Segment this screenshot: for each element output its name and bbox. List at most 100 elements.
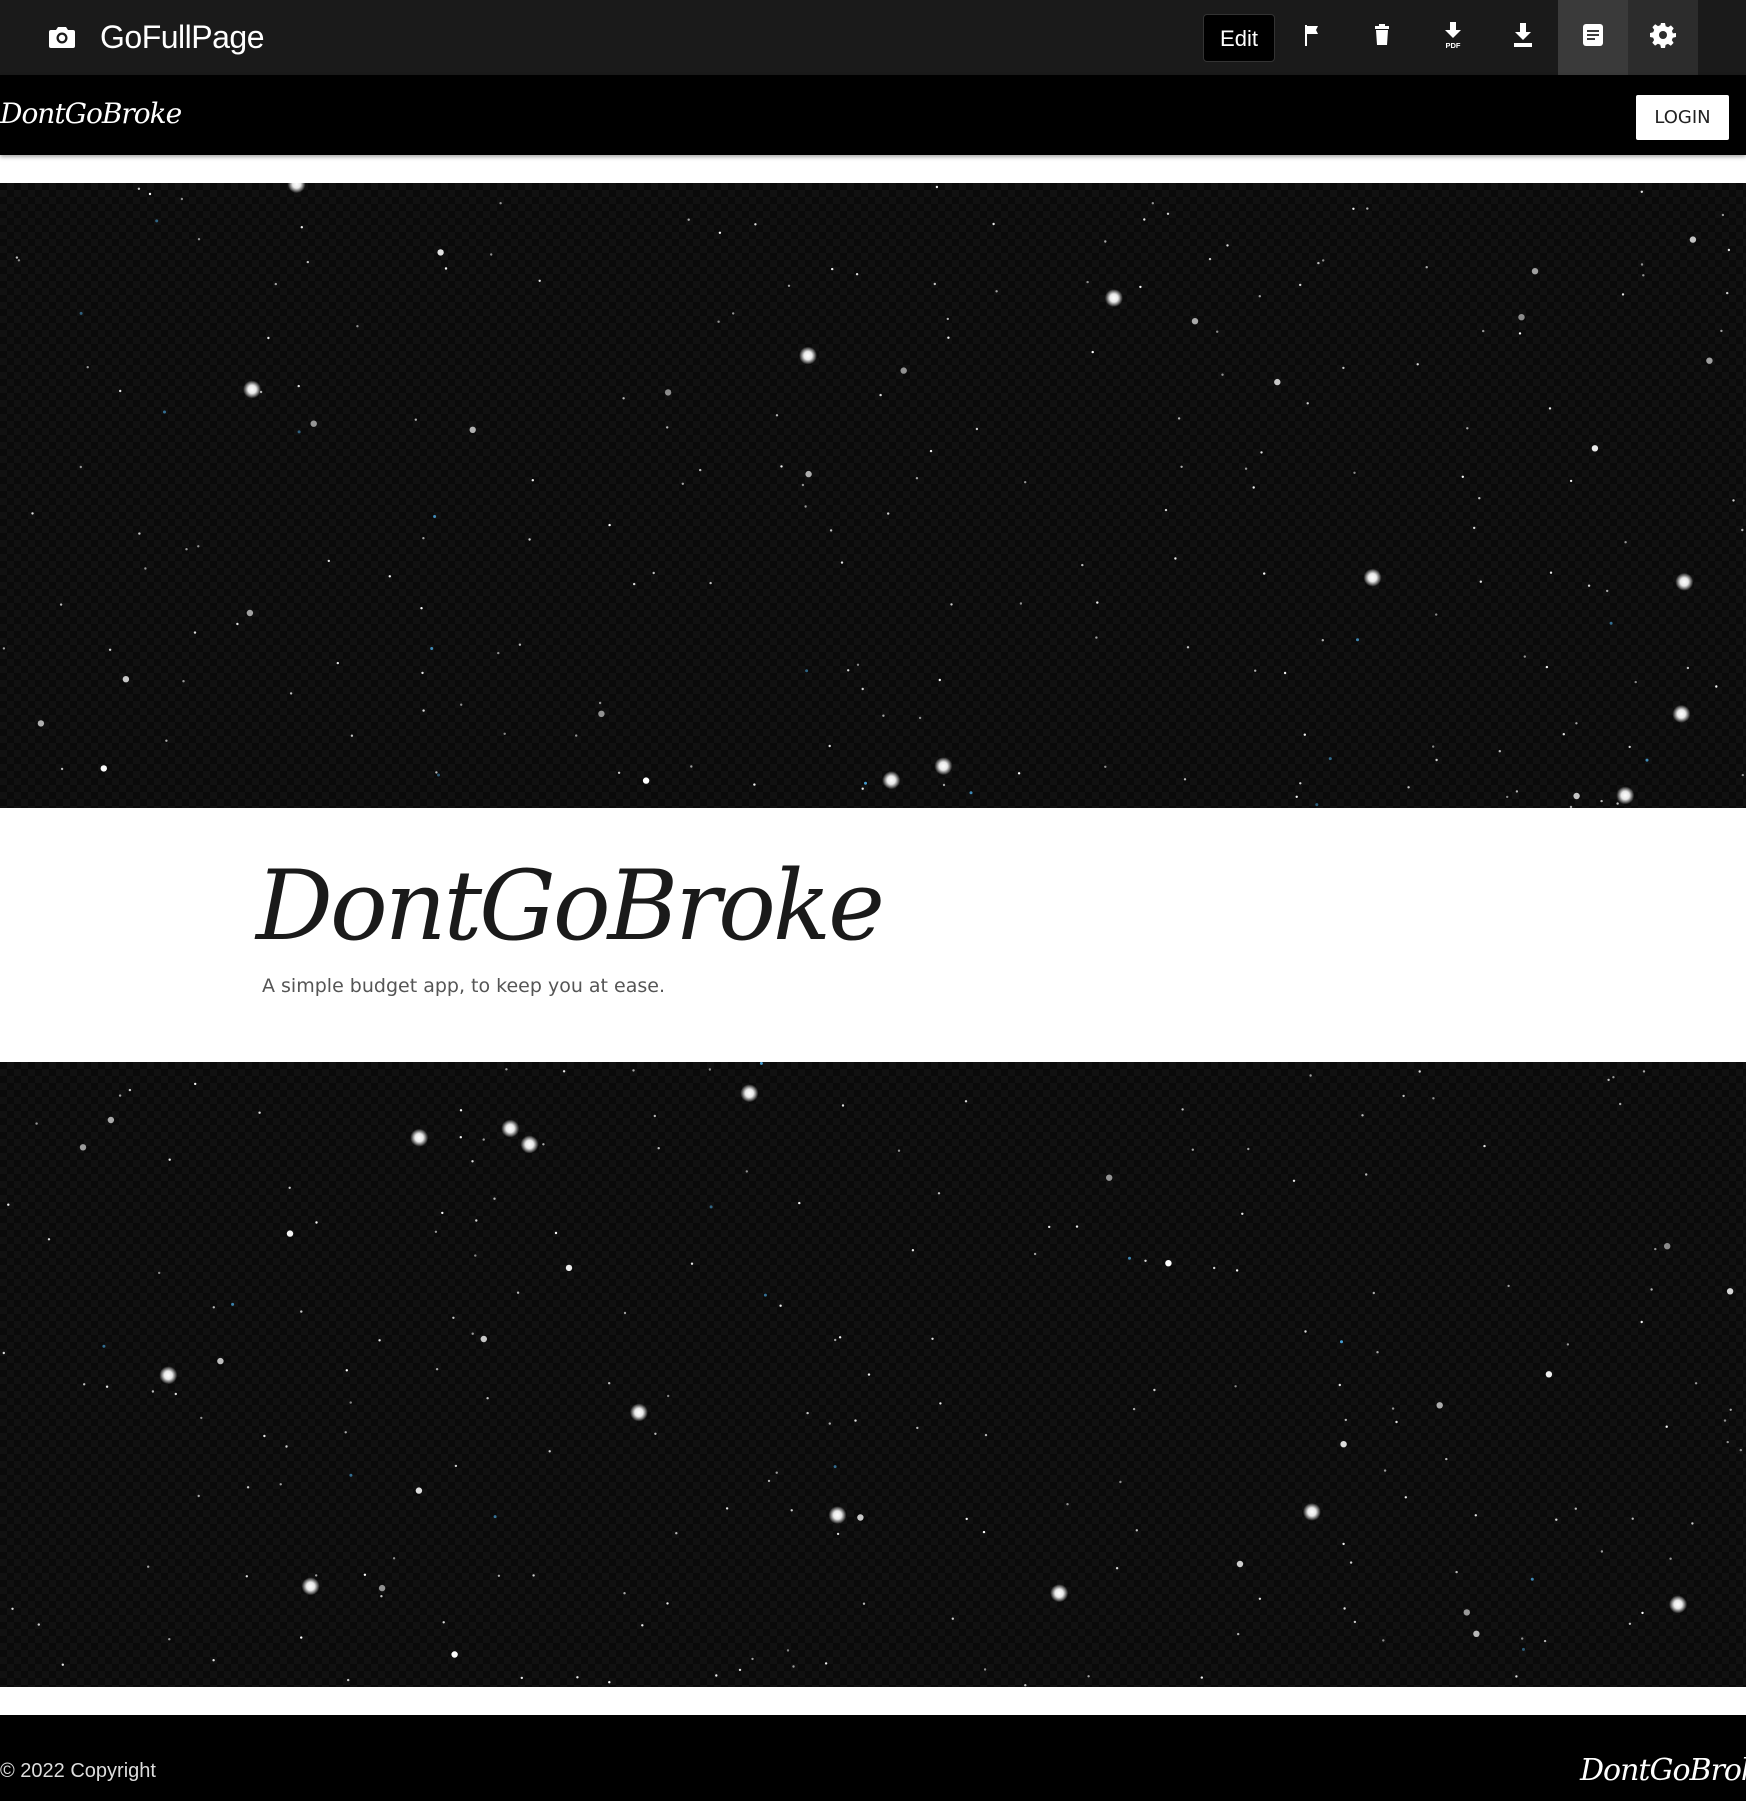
- star: [1372, 1291, 1376, 1295]
- star: [422, 537, 425, 540]
- star: [460, 703, 463, 706]
- star: [59, 603, 63, 606]
- star: [193, 631, 197, 634]
- star: [1295, 795, 1298, 798]
- star: [1691, 1522, 1694, 1525]
- star: [1283, 671, 1287, 675]
- star: [459, 1109, 463, 1112]
- star: [1455, 1570, 1458, 1574]
- star: [879, 393, 882, 397]
- star: [2, 647, 6, 650]
- star: [862, 1602, 866, 1605]
- star: [740, 1084, 759, 1103]
- star: [267, 336, 270, 340]
- star: [767, 1479, 771, 1483]
- star: [1143, 218, 1146, 221]
- star: [575, 734, 578, 737]
- star: [286, 1230, 294, 1237]
- star: [83, 1383, 86, 1386]
- login-button[interactable]: LOGIN: [1636, 95, 1729, 140]
- download-button[interactable]: [1488, 0, 1558, 75]
- download-pdf-button[interactable]: PDF: [1418, 0, 1488, 75]
- star: [217, 1357, 224, 1365]
- star: [1642, 274, 1645, 277]
- star: [887, 512, 890, 515]
- star: [11, 1607, 14, 1610]
- app-title: GoFullPage: [100, 19, 264, 55]
- star: [2, 1351, 5, 1355]
- star: [122, 676, 130, 683]
- star: [1186, 646, 1190, 649]
- star: [107, 1116, 115, 1124]
- hero-subtitle: A simple budget app, to keep you at ease…: [262, 975, 665, 997]
- star: [1191, 318, 1199, 325]
- star: [1545, 665, 1549, 669]
- star: [158, 1271, 161, 1275]
- star: [61, 1663, 64, 1666]
- star: [1292, 1179, 1296, 1182]
- star: [1549, 571, 1553, 574]
- site-navbar: DontGoBroke LOGIN: [0, 75, 1746, 155]
- star: [441, 1211, 444, 1215]
- star: [1342, 366, 1345, 370]
- star: [779, 1304, 782, 1307]
- star: [1694, 1382, 1698, 1385]
- star: [336, 661, 339, 665]
- star: [1356, 638, 1359, 642]
- delete-button[interactable]: [1347, 0, 1417, 75]
- edit-button[interactable]: Edit: [1203, 14, 1275, 62]
- star: [306, 260, 309, 264]
- star: [1607, 1078, 1610, 1082]
- star: [1543, 1639, 1547, 1643]
- star: [31, 512, 34, 515]
- star: [1183, 778, 1187, 781]
- star: [1254, 669, 1257, 672]
- star: [102, 1344, 106, 1348]
- star: [1343, 1607, 1346, 1610]
- star: [982, 1530, 986, 1534]
- star: [1181, 1108, 1184, 1111]
- star: [60, 767, 64, 771]
- star: [501, 1119, 520, 1138]
- star: [1640, 263, 1644, 266]
- star: [1260, 451, 1263, 454]
- star: [388, 575, 391, 578]
- star: [1081, 563, 1084, 567]
- star: [1606, 589, 1609, 593]
- star: [964, 1100, 968, 1103]
- star: [47, 1238, 51, 1241]
- star: [1575, 722, 1578, 725]
- star: [1299, 283, 1302, 287]
- star: [197, 545, 200, 548]
- star: [516, 1291, 520, 1294]
- star: [421, 671, 424, 675]
- star: [435, 771, 438, 774]
- star: [864, 781, 867, 785]
- star: [442, 1621, 445, 1624]
- star: [1234, 1385, 1237, 1388]
- star: [212, 1659, 215, 1662]
- gear-icon: [1648, 20, 1678, 55]
- star: [786, 1649, 790, 1652]
- star: [349, 1473, 353, 1477]
- star: [751, 1657, 754, 1661]
- star: [1729, 1408, 1732, 1411]
- star: [598, 701, 602, 705]
- star: [182, 680, 185, 683]
- flag-button[interactable]: [1277, 0, 1347, 75]
- star: [163, 410, 166, 414]
- star: [300, 1310, 303, 1313]
- star: [805, 470, 812, 478]
- star: [918, 716, 922, 720]
- star: [725, 1507, 729, 1510]
- settings-button[interactable]: [1628, 0, 1698, 75]
- star: [349, 1401, 352, 1404]
- star: [451, 1651, 458, 1658]
- star: [754, 223, 757, 226]
- star: [861, 687, 864, 691]
- star: [144, 567, 147, 570]
- nav-brand[interactable]: DontGoBroke: [0, 97, 182, 130]
- star: [243, 380, 262, 399]
- star: [197, 1494, 200, 1498]
- notes-button[interactable]: [1558, 0, 1628, 75]
